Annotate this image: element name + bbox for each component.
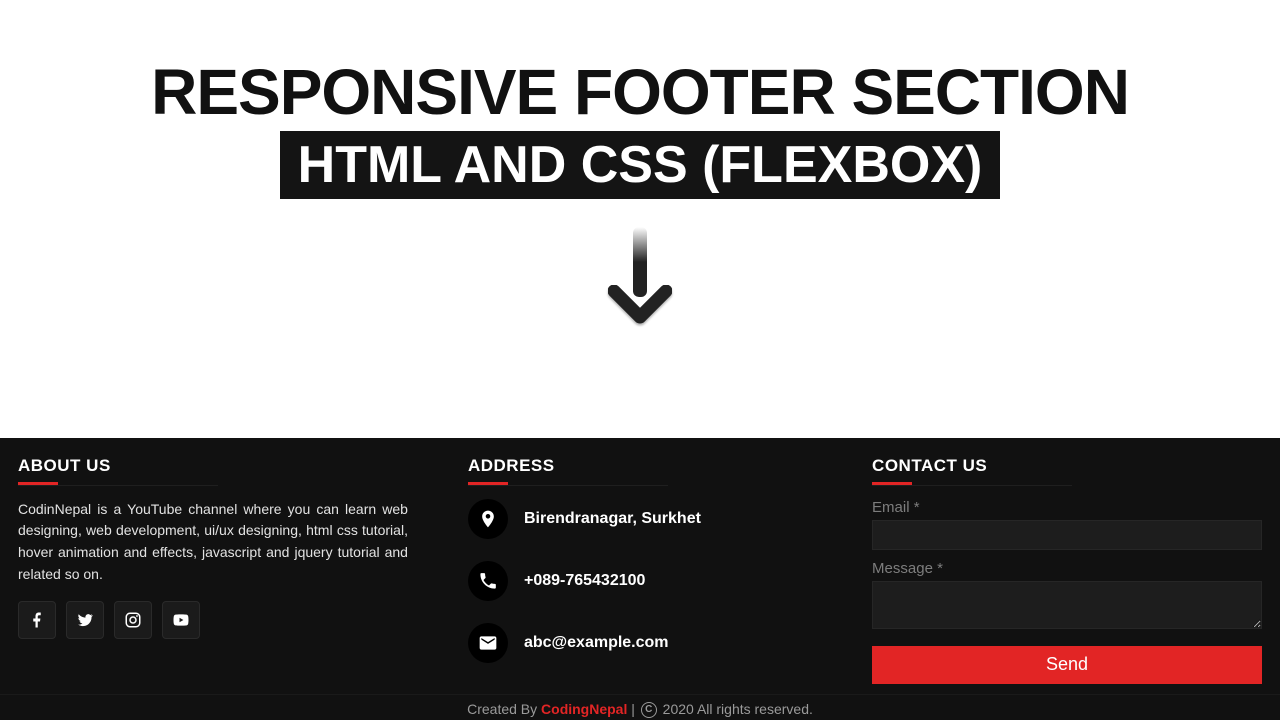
contact-column: CONTACT US Email * Message * Send — [872, 456, 1262, 684]
message-field[interactable] — [872, 581, 1262, 629]
credit-brand[interactable]: CodingNepal — [541, 701, 627, 717]
hero: RESPONSIVE FOOTER SECTION HTML AND CSS (… — [0, 0, 1280, 337]
address-column: ADDRESS Birendranagar, Surkhet +089-7654… — [468, 456, 812, 684]
credit-bar: Created By CodingNepal | C 2020 All righ… — [0, 694, 1280, 720]
credit-sep: | — [627, 701, 638, 717]
email-icon — [468, 623, 508, 663]
message-label: Message * — [872, 560, 1262, 577]
social-row — [18, 601, 408, 639]
email-label: Email * — [872, 499, 1262, 516]
location-icon — [468, 499, 508, 539]
footer: ABOUT US CodinNepal is a YouTube channel… — [0, 438, 1280, 720]
phone-icon — [468, 561, 508, 601]
about-heading: ABOUT US — [18, 456, 408, 476]
address-item-location: Birendranagar, Surkhet — [468, 499, 812, 539]
instagram-icon[interactable] — [114, 601, 152, 639]
heading-underline — [468, 482, 508, 485]
contact-heading: CONTACT US — [872, 456, 1262, 476]
facebook-icon[interactable] — [18, 601, 56, 639]
hero-subtitle: HTML AND CSS (FLEXBOX) — [298, 135, 983, 195]
address-heading: ADDRESS — [468, 456, 812, 476]
address-item-phone: +089-765432100 — [468, 561, 812, 601]
hero-title: RESPONSIVE FOOTER SECTION — [0, 55, 1280, 129]
email-text: abc@example.com — [524, 634, 669, 652]
about-column: ABOUT US CodinNepal is a YouTube channel… — [18, 456, 408, 684]
heading-underline — [872, 482, 912, 485]
email-field[interactable] — [872, 520, 1262, 550]
youtube-icon[interactable] — [162, 601, 200, 639]
copyright-icon: C — [641, 702, 657, 718]
about-text: CodinNepal is a YouTube channel where yo… — [18, 499, 408, 586]
credit-rights: 2020 All rights reserved. — [659, 701, 813, 717]
send-button[interactable]: Send — [872, 646, 1262, 684]
hero-subtitle-bg: HTML AND CSS (FLEXBOX) — [280, 131, 1001, 199]
address-text: Birendranagar, Surkhet — [524, 510, 701, 528]
credit-prefix: Created By — [467, 701, 541, 717]
down-arrow-icon — [608, 227, 672, 337]
phone-text: +089-765432100 — [524, 572, 645, 590]
twitter-icon[interactable] — [66, 601, 104, 639]
address-item-email: abc@example.com — [468, 623, 812, 663]
heading-underline — [18, 482, 58, 485]
